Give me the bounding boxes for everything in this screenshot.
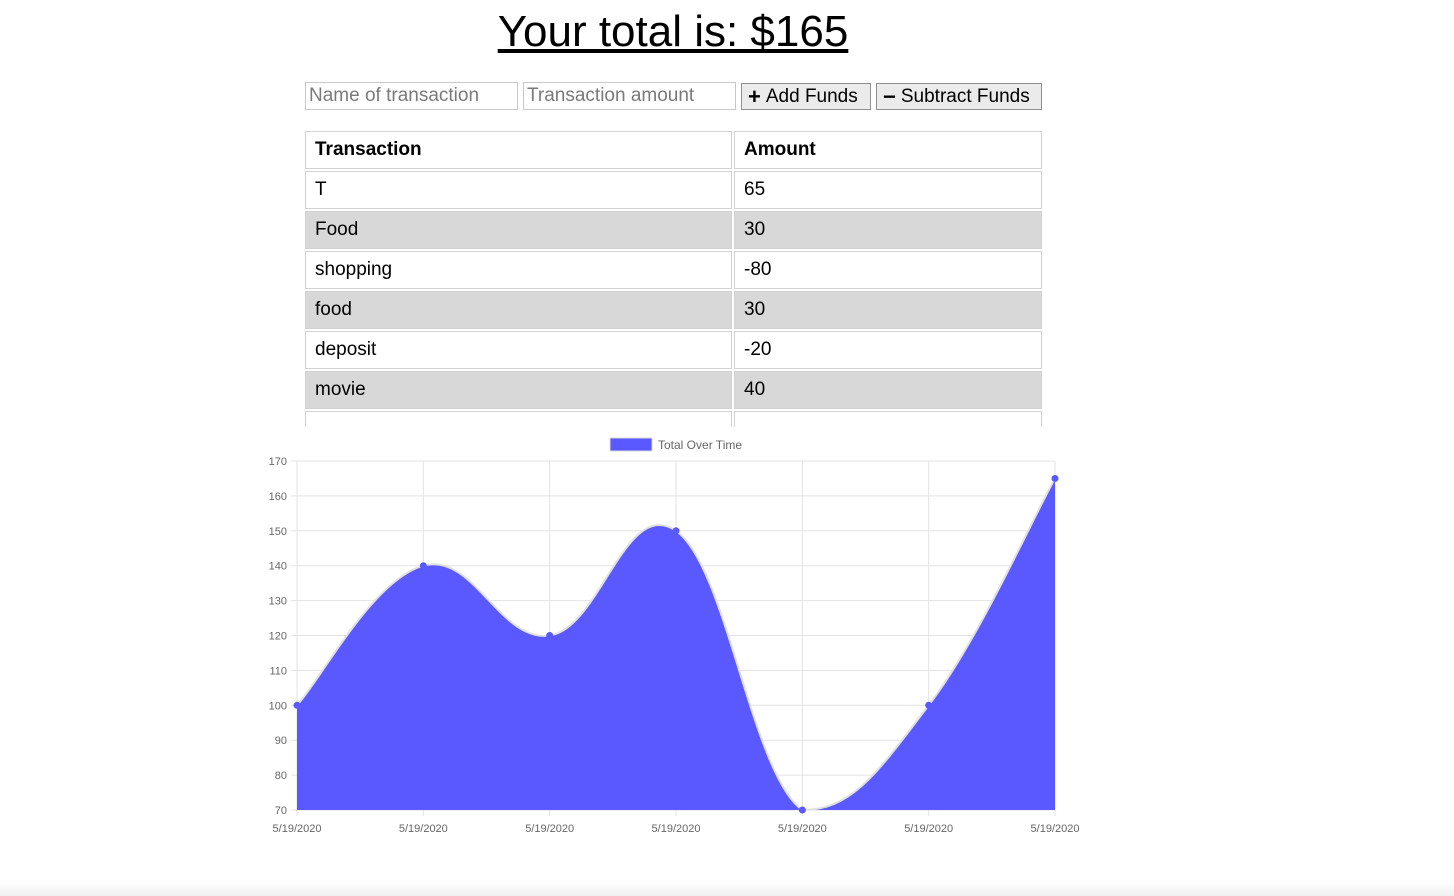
header-amount: Amount — [734, 131, 1042, 169]
y-tick-label: 70 — [275, 805, 287, 817]
y-tick-label: 170 — [269, 456, 287, 468]
y-tick-label: 80 — [275, 770, 287, 782]
header-transaction: Transaction — [305, 131, 732, 169]
transaction-name-cell: shopping — [305, 251, 732, 289]
transaction-amount-cell: -20 — [734, 331, 1042, 369]
y-tick-label: 110 — [269, 665, 287, 677]
transaction-amount-cell: 30 — [734, 291, 1042, 329]
y-tick-label: 120 — [269, 631, 287, 643]
x-tick-label: 5/19/2020 — [399, 823, 448, 835]
table-row: food 30 — [305, 291, 1042, 329]
table-row: movie 40 — [305, 371, 1042, 409]
data-point — [419, 562, 427, 570]
add-funds-button[interactable]: + Add Funds — [741, 83, 871, 110]
total-over-time-chart: 70 80 90 100 110 120 130 140 150 160 170 5/19/2020 5… — [269, 437, 1080, 835]
plus-icon: + — [748, 83, 761, 109]
x-tick-label: 5/19/2020 — [778, 823, 827, 835]
add-funds-label: Add Funds — [765, 85, 858, 107]
table-row: deposit -20 — [305, 331, 1042, 369]
data-point — [672, 527, 680, 535]
y-tick-label: 130 — [269, 596, 287, 608]
legend-label: Total Over Time — [658, 438, 742, 452]
y-tick-label: 90 — [275, 735, 287, 747]
x-tick-label: 5/19/2020 — [652, 823, 701, 835]
table-row: T 65 — [305, 171, 1042, 209]
y-tick-label: 100 — [269, 700, 287, 712]
transaction-amount-cell — [734, 411, 1042, 427]
table-row: shopping -80 — [305, 251, 1042, 289]
transaction-name-cell — [305, 411, 732, 427]
transactions-table-container[interactable]: Transaction Amount T 65 Food 30 shopping… — [303, 129, 1044, 427]
subtract-funds-button[interactable]: − Subtract Funds — [876, 83, 1042, 110]
transaction-name-cell: Food — [305, 211, 732, 249]
data-point — [546, 632, 554, 639]
table-row — [305, 411, 1042, 427]
x-tick-label: 5/19/2020 — [525, 823, 574, 835]
transaction-amount-cell: 40 — [734, 371, 1042, 409]
transaction-name-cell: movie — [305, 371, 732, 409]
x-tick-label: 5/19/2020 — [1031, 823, 1080, 835]
legend-swatch — [609, 437, 653, 452]
data-point — [1051, 474, 1059, 482]
transaction-name-cell: deposit — [305, 331, 732, 369]
y-tick-label: 150 — [269, 526, 287, 538]
table-row: Food 30 — [305, 211, 1042, 249]
data-point — [798, 806, 806, 814]
page-bottom-edge — [0, 882, 1454, 896]
x-tick-label: 5/19/2020 — [273, 823, 322, 835]
data-point — [293, 701, 301, 709]
transaction-amount-cell: 65 — [734, 171, 1042, 209]
transaction-name-input[interactable] — [305, 82, 518, 110]
transaction-name-cell: T — [305, 171, 732, 209]
transaction-name-cell: food — [305, 291, 732, 329]
minus-icon: − — [883, 83, 896, 109]
y-tick-label: 140 — [269, 561, 287, 573]
subtract-funds-label: Subtract Funds — [900, 85, 1030, 107]
data-point — [925, 701, 933, 709]
x-tick-label: 5/19/2020 — [904, 823, 953, 835]
total-heading: Your total is: $165 — [497, 7, 849, 56]
transaction-amount-cell: 30 — [734, 211, 1042, 249]
transaction-amount-input[interactable] — [523, 82, 736, 110]
transactions-table: Transaction Amount T 65 Food 30 shopping… — [303, 129, 1044, 427]
table-header-row: Transaction Amount — [305, 131, 1042, 169]
transaction-amount-cell: -80 — [734, 251, 1042, 289]
y-tick-label: 160 — [269, 491, 287, 503]
